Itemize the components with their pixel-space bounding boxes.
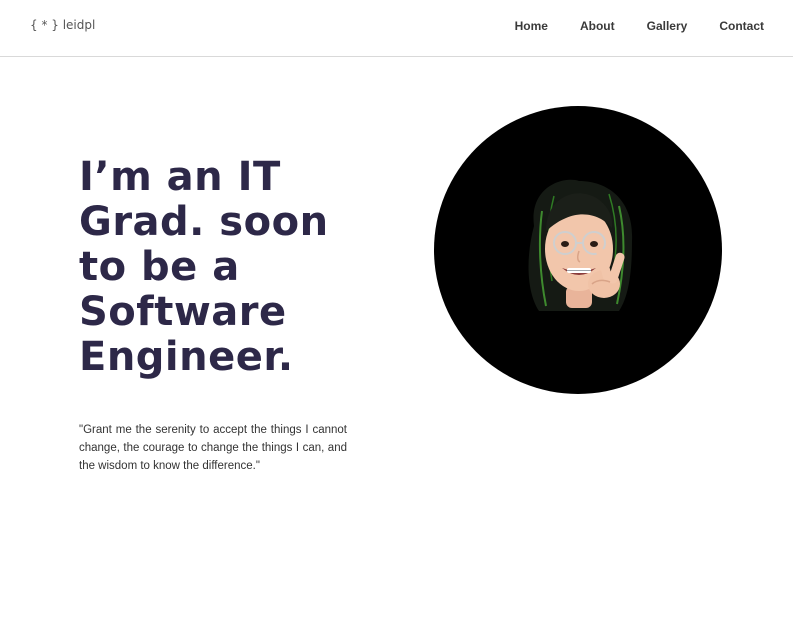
hero-headline: I’m an IT Grad. soon to be a Software En… bbox=[79, 155, 379, 380]
main-nav: Home About Gallery Contact bbox=[515, 19, 764, 33]
nav-contact-link[interactable]: Contact bbox=[719, 19, 764, 33]
avatar-circle bbox=[434, 106, 722, 394]
headline-line: Grad. soon bbox=[79, 199, 329, 245]
nav-gallery-link[interactable]: Gallery bbox=[647, 19, 688, 33]
nav-home-link[interactable]: Home bbox=[515, 19, 548, 33]
headline-line: to be a bbox=[79, 244, 240, 290]
site-header: { * } leidpl Home About Gallery Contact bbox=[0, 0, 793, 57]
headline-line: Software bbox=[79, 289, 287, 335]
memoji-avatar-icon bbox=[528, 179, 633, 311]
hero-quote: "Grant me the serenity to accept the thi… bbox=[79, 424, 347, 472]
headline-line: I’m an IT bbox=[79, 154, 281, 200]
headline-line: Engineer. bbox=[79, 334, 294, 380]
nav-about-link[interactable]: About bbox=[580, 19, 615, 33]
site-logo[interactable]: { * } leidpl bbox=[30, 18, 95, 32]
